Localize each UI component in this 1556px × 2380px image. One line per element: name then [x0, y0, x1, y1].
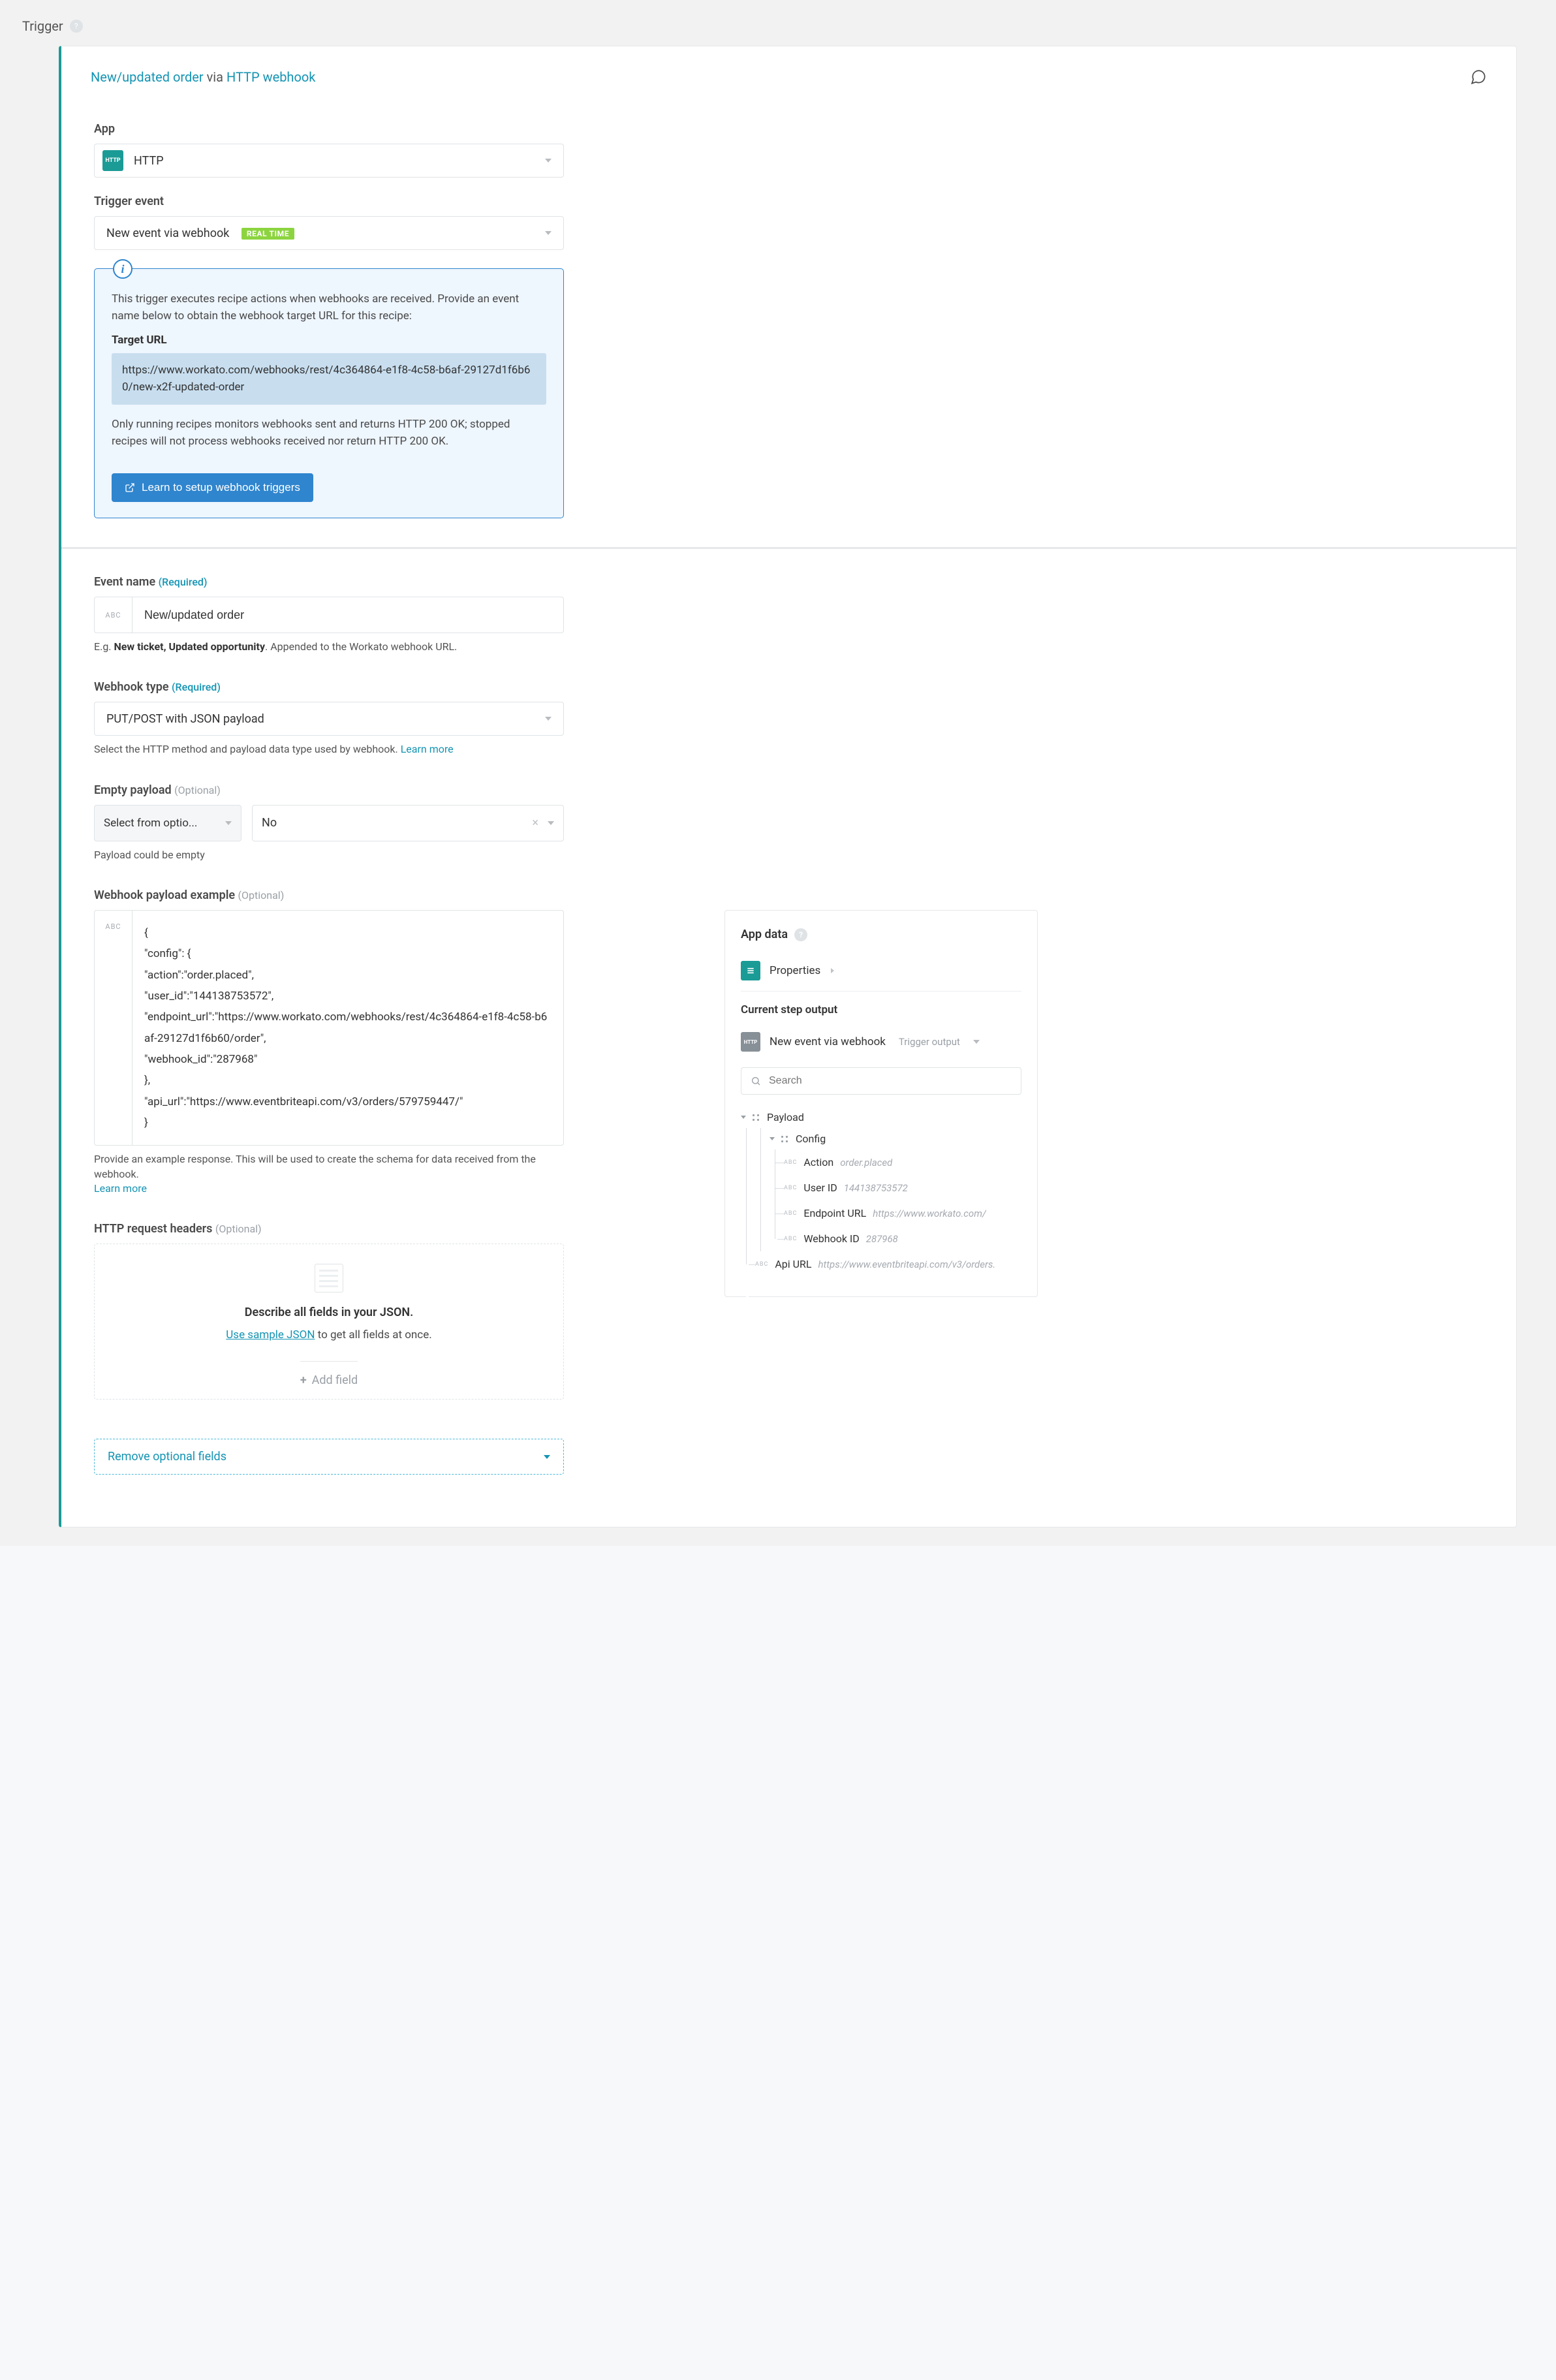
string-type-icon: ABC — [784, 1159, 797, 1166]
optional-hint: (Optional) — [174, 784, 221, 796]
learn-more-link[interactable]: Learn more — [94, 1182, 147, 1195]
chevron-down-icon — [548, 821, 554, 825]
schema-placeholder-icon — [315, 1264, 343, 1292]
remove-optional-fields-toggle[interactable]: Remove optional fields — [94, 1439, 564, 1475]
event-name-field[interactable] — [132, 597, 563, 633]
crumb-connector-name[interactable]: HTTP webhook — [226, 69, 315, 85]
app-data-heading: App data ? — [741, 928, 1021, 941]
section-title: Trigger ? — [20, 18, 1517, 46]
empty-payload-mode-select[interactable]: Select from optio... — [94, 805, 241, 841]
realtime-badge: REAL TIME — [241, 228, 294, 240]
external-link-icon — [125, 482, 135, 493]
tree-node-config[interactable]: Config — [770, 1128, 1021, 1150]
app-value: HTTP — [134, 154, 545, 168]
info-text-2: Only running recipes monitors webhooks s… — [112, 416, 546, 450]
webhook-type-value: PUT/POST with JSON payload — [106, 712, 545, 726]
breadcrumb: New/updated order via HTTP webhook — [91, 69, 315, 85]
trigger-card: New/updated order via HTTP webhook App H… — [59, 46, 1517, 1527]
type-abc-icon: ABC — [95, 911, 132, 1145]
webhook-type-label: Webhook type (Required) — [94, 680, 1484, 694]
tree-leaf-webhook-id[interactable]: ABC Webhook ID 287968 — [784, 1226, 1021, 1251]
app-label: App — [94, 122, 1484, 136]
chevron-down-icon — [545, 159, 552, 163]
event-name-help: E.g. New ticket, Updated opportunity. Ap… — [94, 640, 564, 654]
optional-hint: (Optional) — [215, 1223, 262, 1235]
trigger-event-label: Trigger event — [94, 195, 1484, 208]
event-name-input[interactable]: ABC — [94, 597, 564, 633]
search-field[interactable] — [768, 1074, 1012, 1088]
chevron-down-icon — [545, 717, 552, 721]
info-text-1: This trigger executes recipe actions whe… — [112, 291, 546, 324]
http-badge-icon: HTTP — [102, 150, 123, 171]
http-badge-icon: HTTP — [741, 1032, 760, 1052]
help-icon[interactable]: ? — [70, 20, 83, 33]
chevron-right-icon — [831, 968, 834, 973]
optional-hint: (Optional) — [238, 889, 285, 901]
headers-box: Describe all fields in your JSON. Use sa… — [94, 1244, 564, 1400]
tree-leaf-endpoint-url[interactable]: ABC Endpoint URL https://www.workato.com… — [784, 1200, 1021, 1226]
string-type-icon: ABC — [784, 1236, 797, 1242]
learn-webhook-button[interactable]: Learn to setup webhook triggers — [112, 473, 313, 502]
properties-row[interactable]: Properties — [741, 954, 1021, 987]
chevron-down-icon — [545, 231, 552, 235]
trigger-output-hint: Trigger output — [899, 1036, 960, 1048]
object-icon — [780, 1135, 789, 1144]
info-icon: i — [113, 259, 132, 279]
type-abc-icon: ABC — [95, 597, 132, 633]
properties-icon — [741, 961, 760, 980]
tree-node-payload[interactable]: Payload — [741, 1106, 1021, 1128]
clear-icon[interactable]: × — [532, 816, 538, 830]
app-data-panel: App data ? Properties Current step outpu… — [724, 910, 1038, 1297]
headers-empty-title: Describe all fields in your JSON. — [245, 1306, 413, 1319]
string-type-icon: ABC — [784, 1210, 797, 1217]
trigger-event-select[interactable]: New event via webhook REAL TIME — [94, 216, 564, 250]
string-type-icon: ABC — [784, 1185, 797, 1191]
add-field-button[interactable]: + Add field — [300, 1361, 358, 1399]
target-url-label: Target URL — [112, 334, 546, 347]
required-hint: (Required) — [172, 681, 221, 693]
empty-payload-help: Payload could be empty — [94, 848, 564, 862]
crumb-trigger-name[interactable]: New/updated order — [91, 69, 204, 85]
current-step-row[interactable]: HTTP New event via webhook Trigger outpu… — [741, 1026, 1021, 1058]
help-icon[interactable]: ? — [794, 928, 807, 941]
object-icon — [751, 1113, 760, 1122]
current-step-heading: Current step output — [741, 1003, 1021, 1016]
search-input[interactable] — [741, 1067, 1021, 1095]
chevron-down-icon — [225, 821, 232, 825]
chevron-down-icon — [544, 1455, 550, 1459]
webhook-type-select[interactable]: PUT/POST with JSON payload — [94, 702, 564, 736]
webhook-type-help: Select the HTTP method and payload data … — [94, 742, 564, 757]
target-url-value[interactable]: https://www.workato.com/webhooks/rest/4c… — [112, 353, 546, 405]
plus-icon: + — [300, 1373, 307, 1387]
headers-empty-sub: Use sample JSON to get all fields at onc… — [226, 1328, 431, 1341]
search-icon — [751, 1076, 761, 1086]
chevron-down-icon — [973, 1040, 980, 1044]
payload-example-text[interactable]: { "config": { "action":"order.placed", "… — [132, 911, 563, 1145]
tree-leaf-api-url[interactable]: ABC Api URL https://www.eventbriteapi.co… — [755, 1251, 1021, 1277]
comment-icon[interactable] — [1470, 69, 1487, 86]
tree-leaf-user-id[interactable]: ABC User ID 144138753572 — [784, 1175, 1021, 1200]
empty-payload-value-select[interactable]: No × — [252, 805, 564, 841]
info-panel: i This trigger executes recipe actions w… — [94, 268, 564, 518]
empty-payload-label: Empty payload (Optional) — [94, 783, 1484, 797]
use-sample-json-link[interactable]: Use sample JSON — [226, 1328, 315, 1341]
required-hint: (Required) — [159, 576, 208, 588]
tree-leaf-action[interactable]: ABC Action order.placed — [784, 1150, 1021, 1175]
payload-example-input[interactable]: ABC { "config": { "action":"order.placed… — [94, 910, 564, 1146]
string-type-icon: ABC — [755, 1261, 768, 1268]
payload-example-label: Webhook payload example (Optional) — [94, 888, 1484, 902]
learn-more-link[interactable]: Learn more — [401, 743, 454, 755]
payload-example-help: Provide an example response. This will b… — [94, 1152, 564, 1196]
app-select[interactable]: HTTP HTTP — [94, 144, 564, 178]
trigger-event-value: New event via webhook REAL TIME — [106, 227, 545, 240]
event-name-label: Event name (Required) — [94, 575, 1484, 589]
output-tree: Payload Config ABC — [741, 1106, 1021, 1277]
